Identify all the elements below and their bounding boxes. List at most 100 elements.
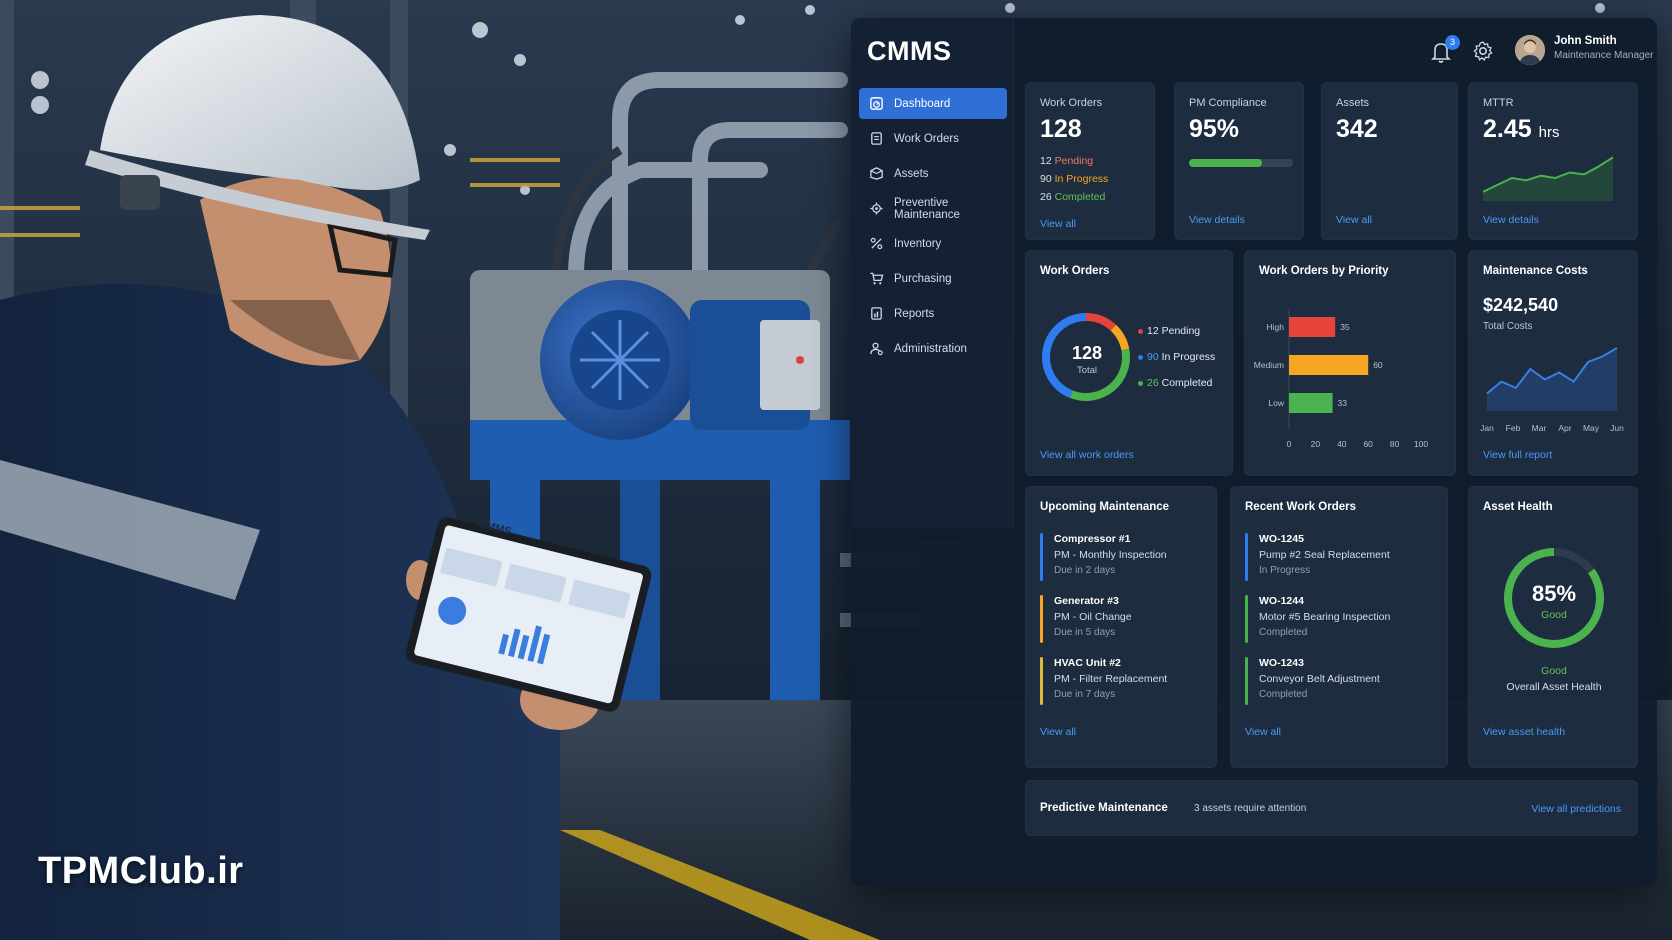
watermark: TPMClub.ir xyxy=(38,850,244,892)
tick-label: 80 xyxy=(1390,439,1400,449)
sidebar-item-purchasing[interactable]: Purchasing xyxy=(859,263,1007,294)
clipboard-icon xyxy=(869,131,884,146)
view-asset-health-link[interactable]: View asset health xyxy=(1483,726,1565,738)
tick-label: 60 xyxy=(1363,439,1373,449)
work-orders-donut-card: Work Orders 128 Total 12 Pending 90 In P… xyxy=(1025,250,1233,476)
health-value: 85% xyxy=(1531,581,1577,606)
cart-icon xyxy=(869,271,884,286)
category-label: Medium xyxy=(1254,360,1284,370)
inventory-icon xyxy=(869,236,884,251)
sidebar-item-reports[interactable]: Reports xyxy=(859,298,1007,329)
view-details-link[interactable]: View details xyxy=(1483,214,1539,226)
topbar: 3 John Smith Maintenance Manager xyxy=(1397,32,1657,72)
cmms-dashboard: CMMS Dashboard Work Orders Assets Preven… xyxy=(851,18,1657,886)
tick-label: Jun xyxy=(1610,423,1624,433)
view-all-link[interactable]: View all xyxy=(1040,218,1076,230)
list-item[interactable]: WO-1245 Pump #2 Seal Replacement In Prog… xyxy=(1245,533,1425,581)
data-label: 60 xyxy=(1373,360,1383,370)
card-title: Recent Work Orders xyxy=(1245,501,1356,513)
notification-badge: 3 xyxy=(1445,35,1460,50)
card-title: Work Orders by Priority xyxy=(1259,265,1389,277)
sidebar-item-work-orders[interactable]: Work Orders xyxy=(859,123,1007,154)
health-caption: Overall Asset Health xyxy=(1506,681,1602,693)
tick-label: Jan xyxy=(1480,423,1494,433)
bar xyxy=(1289,393,1333,413)
card-title: Asset Health xyxy=(1483,501,1553,513)
list-item[interactable]: Compressor #1 PM - Monthly Inspection Du… xyxy=(1040,533,1220,581)
list-item[interactable]: Generator #3 PM - Oil Change Due in 5 da… xyxy=(1040,595,1220,643)
upcoming-maintenance-card: Upcoming Maintenance Compressor #1 PM - … xyxy=(1025,486,1217,768)
view-all-link[interactable]: View all xyxy=(1040,726,1076,738)
user-role: Maintenance Manager xyxy=(1554,50,1654,61)
box-icon xyxy=(869,166,884,181)
sidebar-item-inventory[interactable]: Inventory xyxy=(859,228,1007,259)
costs-sub: Total Costs xyxy=(1483,321,1533,332)
sidebar-item-label: Assets xyxy=(894,167,929,180)
pm-progress-bar xyxy=(1189,159,1293,167)
dashboard-icon xyxy=(869,96,884,111)
tick-label: Mar xyxy=(1532,423,1547,433)
tick-label: Apr xyxy=(1558,423,1571,433)
bar xyxy=(1289,355,1369,375)
legend-in-progress: 90 In Progress xyxy=(1138,351,1215,363)
sidebar: CMMS Dashboard Work Orders Assets Preven… xyxy=(851,18,1014,528)
kpi-pm-compliance: PM Compliance 95% View details xyxy=(1174,82,1304,240)
sidebar-item-label: Purchasing xyxy=(894,272,952,285)
health-status: Good xyxy=(1541,609,1567,621)
stat-in-progress: 90 In Progress xyxy=(1040,173,1109,185)
stat-completed: 26 Completed xyxy=(1040,191,1106,203)
view-all-link[interactable]: View all xyxy=(1336,214,1372,226)
predictive-message: 3 assets require attention xyxy=(1194,803,1307,814)
card-title: Upcoming Maintenance xyxy=(1040,501,1170,513)
sidebar-item-label: Inventory xyxy=(894,237,942,250)
sidebar-item-preventive-maintenance[interactable]: Preventive Maintenance xyxy=(859,193,1007,224)
app-title: CMMS xyxy=(867,36,952,66)
kpi-work-orders: Work Orders 128 12 Pending 90 In Progres… xyxy=(1025,82,1155,240)
costs-line-chart: Jan Feb Mar Apr May Jun xyxy=(1480,347,1624,433)
tick-label: 40 xyxy=(1337,439,1347,449)
view-all-predictions-link[interactable]: View all predictions xyxy=(1531,803,1621,815)
kpi-value: 2.45 hrs xyxy=(1483,115,1560,143)
sidebar-nav: Dashboard Work Orders Assets Preventive … xyxy=(859,88,1007,368)
kpi-assets: Assets 342 View all xyxy=(1321,82,1458,240)
tick-label: 0 xyxy=(1287,439,1292,449)
view-full-report-link[interactable]: View full report xyxy=(1483,449,1552,461)
sidebar-item-dashboard[interactable]: Dashboard xyxy=(859,88,1007,119)
view-details-link[interactable]: View details xyxy=(1189,214,1245,226)
user-name: John Smith xyxy=(1554,35,1617,47)
kpi-value: 128 xyxy=(1040,115,1082,143)
sidebar-item-label: Preventive Maintenance xyxy=(894,196,960,221)
kpi-label: Work Orders xyxy=(1040,97,1103,109)
kpi-value: 342 xyxy=(1336,115,1378,143)
priority-bar-chart: High 35 Medium 60 Low 33 0 20 40 60 80 100 xyxy=(1254,309,1428,449)
sidebar-item-label: Reports xyxy=(894,307,935,320)
view-all-work-orders-link[interactable]: View all work orders xyxy=(1040,449,1134,461)
asset-health-card: Asset Health 85% Good Good Overall Asset… xyxy=(1468,486,1638,768)
view-all-link[interactable]: View all xyxy=(1245,726,1281,738)
tick-label: 20 xyxy=(1311,439,1321,449)
list-item[interactable]: WO-1244 Motor #5 Bearing Inspection Comp… xyxy=(1245,595,1425,643)
gear-icon[interactable] xyxy=(1472,40,1494,62)
recent-work-orders-card: Recent Work Orders WO-1245 Pump #2 Seal … xyxy=(1230,486,1448,768)
donut-total-label: Total xyxy=(1076,365,1098,376)
tick-label: May xyxy=(1583,423,1600,433)
sidebar-item-label: Administration xyxy=(894,342,967,355)
data-label: 35 xyxy=(1340,322,1350,332)
data-label: 33 xyxy=(1338,398,1348,408)
card-title: Maintenance Costs xyxy=(1483,265,1588,277)
wrench-gear-icon xyxy=(869,201,884,216)
kpi-label: Assets xyxy=(1336,97,1370,109)
sidebar-item-administration[interactable]: Administration xyxy=(859,333,1007,364)
maintenance-costs-card: Maintenance Costs $242,540 Total Costs J… xyxy=(1468,250,1638,476)
tick-label: Feb xyxy=(1506,423,1521,433)
kpi-mttr: MTTR 2.45 hrs View details xyxy=(1468,82,1638,240)
mttr-sparkline xyxy=(1483,156,1614,201)
list-item[interactable]: HVAC Unit #2 PM - Filter Replacement Due… xyxy=(1040,657,1220,705)
list-item[interactable]: WO-1243 Conveyor Belt Adjustment Complet… xyxy=(1245,657,1425,705)
kpi-label: MTTR xyxy=(1483,97,1514,109)
avatar[interactable] xyxy=(1515,35,1545,65)
legend-completed: 26 Completed xyxy=(1138,377,1212,389)
admin-icon xyxy=(869,341,884,356)
sidebar-item-assets[interactable]: Assets xyxy=(859,158,1007,189)
predictive-title: Predictive Maintenance xyxy=(1040,802,1168,814)
